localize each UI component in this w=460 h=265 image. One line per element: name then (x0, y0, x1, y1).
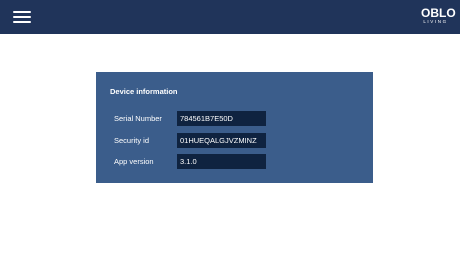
device-information-panel: Device information Serial Number 784561B… (96, 72, 373, 183)
app-version-value: 3.1.0 (177, 154, 266, 169)
top-bar: OBLO LIVING (0, 0, 460, 34)
logo-main-text: OBLO (421, 6, 456, 20)
serial-number-value: 784561B7E50D (177, 111, 266, 126)
hamburger-menu-icon[interactable] (13, 11, 31, 24)
panel-title: Device information (110, 87, 178, 96)
serial-number-label: Serial Number (114, 114, 162, 123)
app-version-label: App version (114, 157, 154, 166)
security-id-value: 01HUEQALGJVZMINZ (177, 133, 266, 148)
security-id-label: Security id (114, 136, 150, 145)
logo-sub-text: LIVING (423, 19, 448, 24)
oblo-living-logo: OBLO LIVING (421, 6, 456, 25)
